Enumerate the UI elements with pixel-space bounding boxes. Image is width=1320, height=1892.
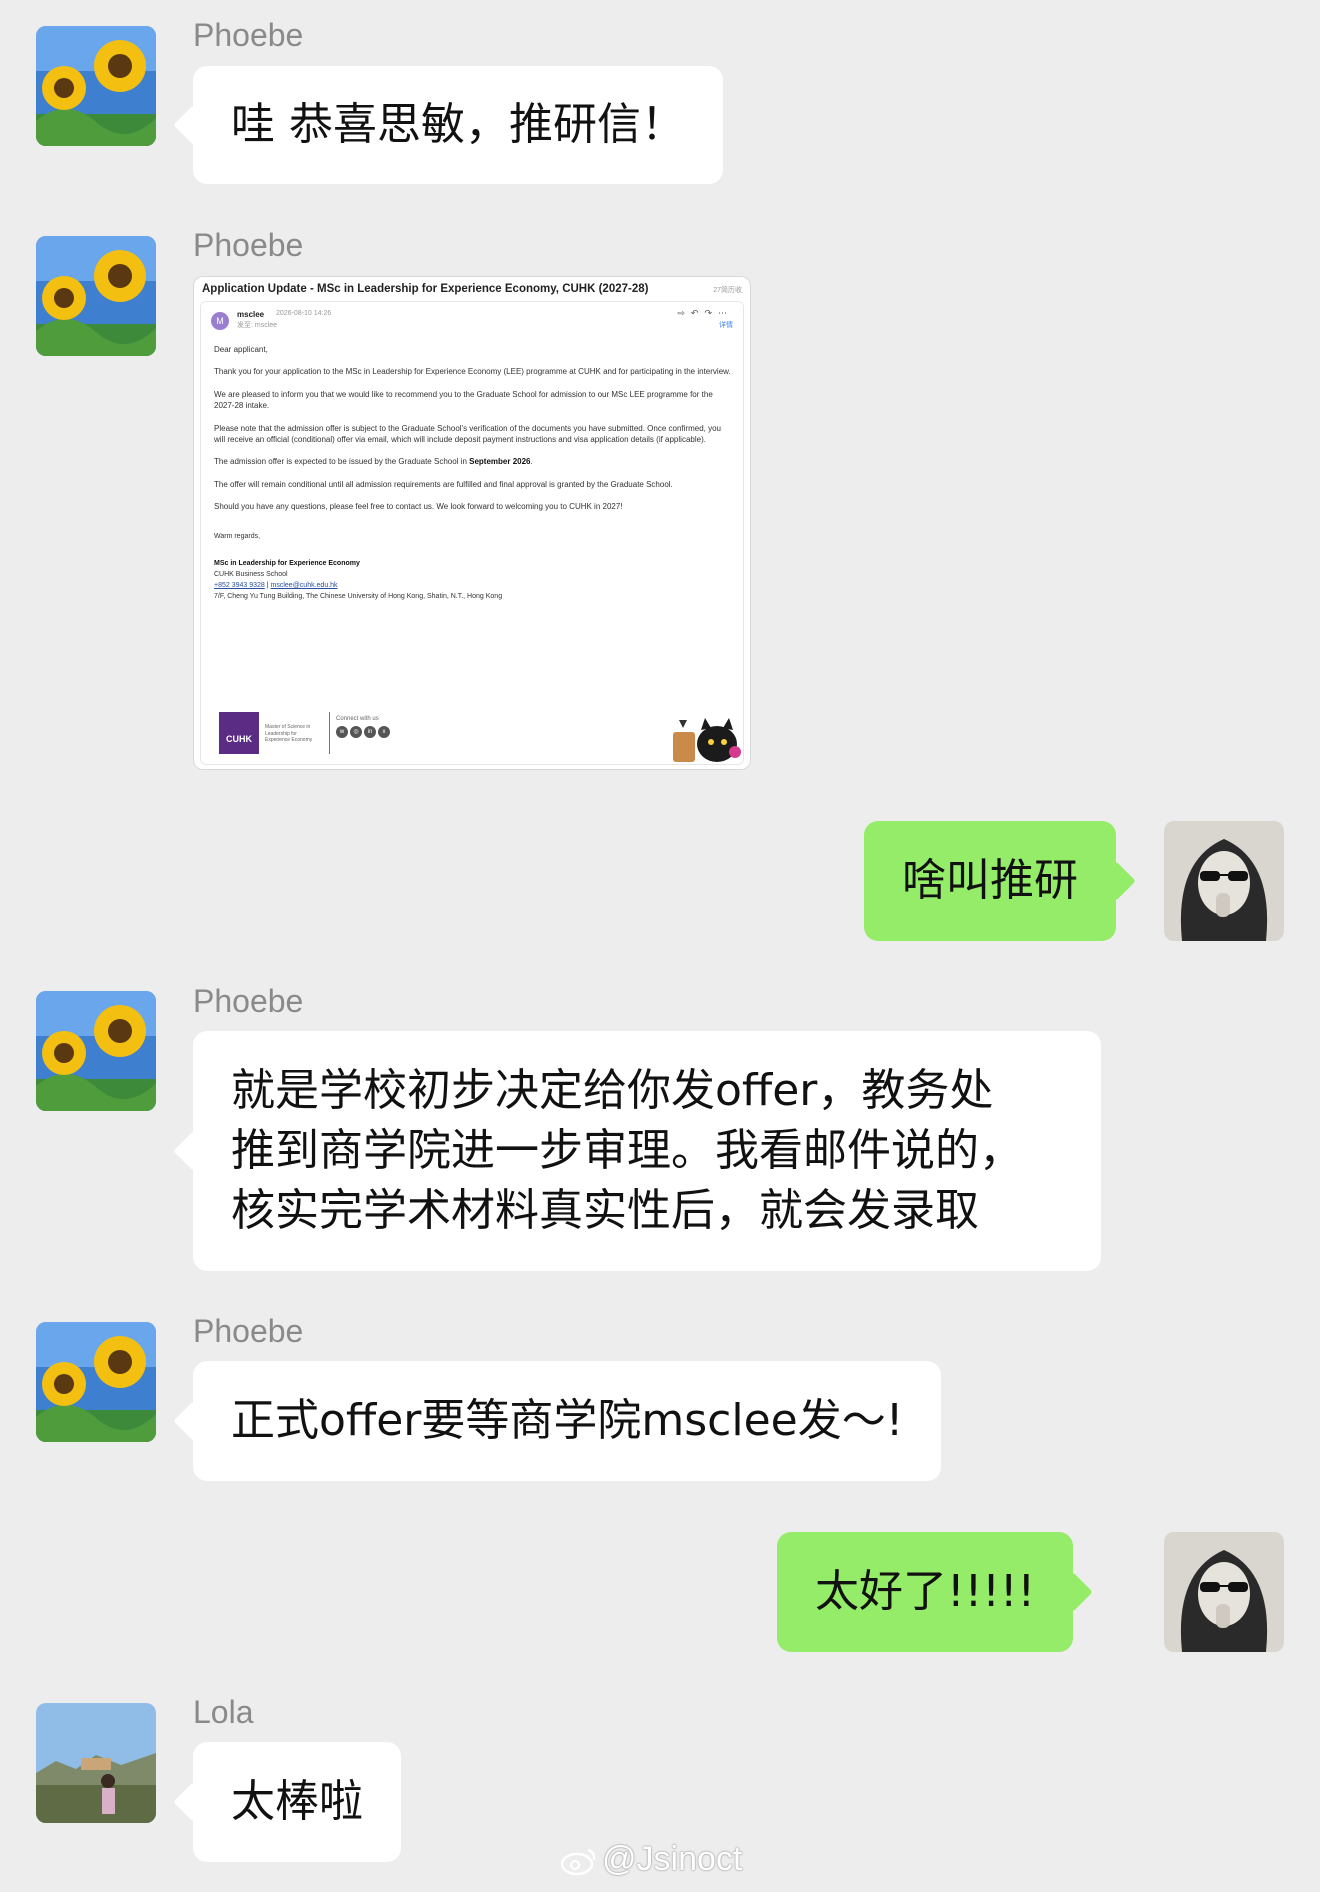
avatar-phoebe[interactable] [36,236,156,356]
xhs-icon: x [378,726,390,738]
message-bubble[interactable]: 啥叫推研 [864,821,1116,941]
portrait-avatar-icon [1164,821,1284,941]
sender-name: Phoebe [193,227,304,263]
email-body: Dear applicant, Thank you for your appli… [214,344,731,602]
email-to: 发至: msclee [237,322,278,329]
sender-name: Lola [193,1694,254,1730]
email-from: msclee [237,310,265,319]
email-actions-icons: ⇨↶↷⋯ [677,308,733,318]
avatar-lola[interactable] [36,1703,156,1823]
wechat-icon: w [336,726,348,738]
email-date: 2026-08-10 14:26 [276,310,332,317]
email-paragraph: Please note that the admission offer is … [214,423,721,445]
message-bubble[interactable]: 正式offer要等商学院msclee发～! [193,1361,942,1481]
email-paragraph: The offer will remain conditional until … [214,479,673,489]
avatar-me[interactable] [1164,821,1284,941]
cuhk-logo: CUHK [219,712,259,754]
message-text: 哇 恭喜思敏，推研信！ [231,99,685,150]
email-content: M msclee 2026-08-10 14:26 发至: msclee ⇨↶↷… [200,301,744,765]
sunflower-avatar-icon [36,236,156,356]
message-text: 正式offer要等商学院msclee发～! [231,1395,904,1446]
email-subject: Application Update - MSc in Leadership f… [202,283,649,295]
message-text: 啥叫推研 [902,855,1078,906]
email-note: 27简历收 [713,287,742,294]
avatar-me[interactable] [1164,1532,1284,1652]
email-screenshot-image[interactable]: Application Update - MSc in Leadership f… [193,276,751,770]
message-text: 就是学校初步决定给你发offer，教务处 推到商学院进一步审理。我看邮件说的， … [231,1065,1023,1236]
instagram-icon: ◎ [350,726,362,738]
message-bubble[interactable]: 太好了!!!!! [777,1532,1074,1652]
sunflower-avatar-icon [36,1322,156,1442]
logo-subtext: Master of Science in Leadership for Expe… [265,724,313,743]
message-text: 太棒啦 [231,1776,363,1827]
sender-avatar-icon: M [211,312,229,330]
landscape-avatar-icon [36,1703,156,1823]
email-signature: Warm regards, MSc in Leadership for Expe… [214,532,503,600]
sunflower-avatar-icon [36,991,156,1111]
message-bubble[interactable]: 就是学校初步决定给你发offer，教务处 推到商学院进一步审理。我看邮件说的， … [193,1031,1101,1271]
divider [329,712,330,754]
email-logo-row: CUHK Master of Science in Leadership for… [219,712,419,754]
sender-name: Phoebe [193,1313,304,1349]
sender-name: Phoebe [193,17,304,53]
email-paragraph: We are pleased to inform you that we wou… [214,389,713,411]
sunflower-avatar-icon [36,26,156,146]
avatar-phoebe[interactable] [36,26,156,146]
weibo-icon [560,1848,596,1876]
social-icons: w ◎ in x [336,726,390,738]
message-text: 太好了!!!!! [815,1566,1036,1617]
sender-name: Phoebe [193,983,304,1019]
email-paragraph: Should you have any questions, please fe… [214,502,623,512]
portrait-avatar-icon [1164,1532,1284,1652]
email-greeting: Dear applicant, [214,345,268,354]
avatar-phoebe[interactable] [36,991,156,1111]
linkedin-icon: in [364,726,376,738]
message-bubble[interactable]: 哇 恭喜思敏，推研信！ [193,66,723,184]
email-paragraph: Thank you for your application to the MS… [214,367,731,377]
email-detail-link: 详情 [719,322,733,329]
watermark: @Jsinoct [560,1840,742,1879]
cat-sticker-icon [673,718,741,762]
avatar-phoebe[interactable] [36,1322,156,1442]
email-paragraph: The admission offer is expected to be is… [214,457,533,467]
watermark-text: @Jsinoct [602,1840,743,1878]
connect-label: Connect with us [336,716,379,722]
message-bubble[interactable]: 太棒啦 [193,1742,401,1862]
